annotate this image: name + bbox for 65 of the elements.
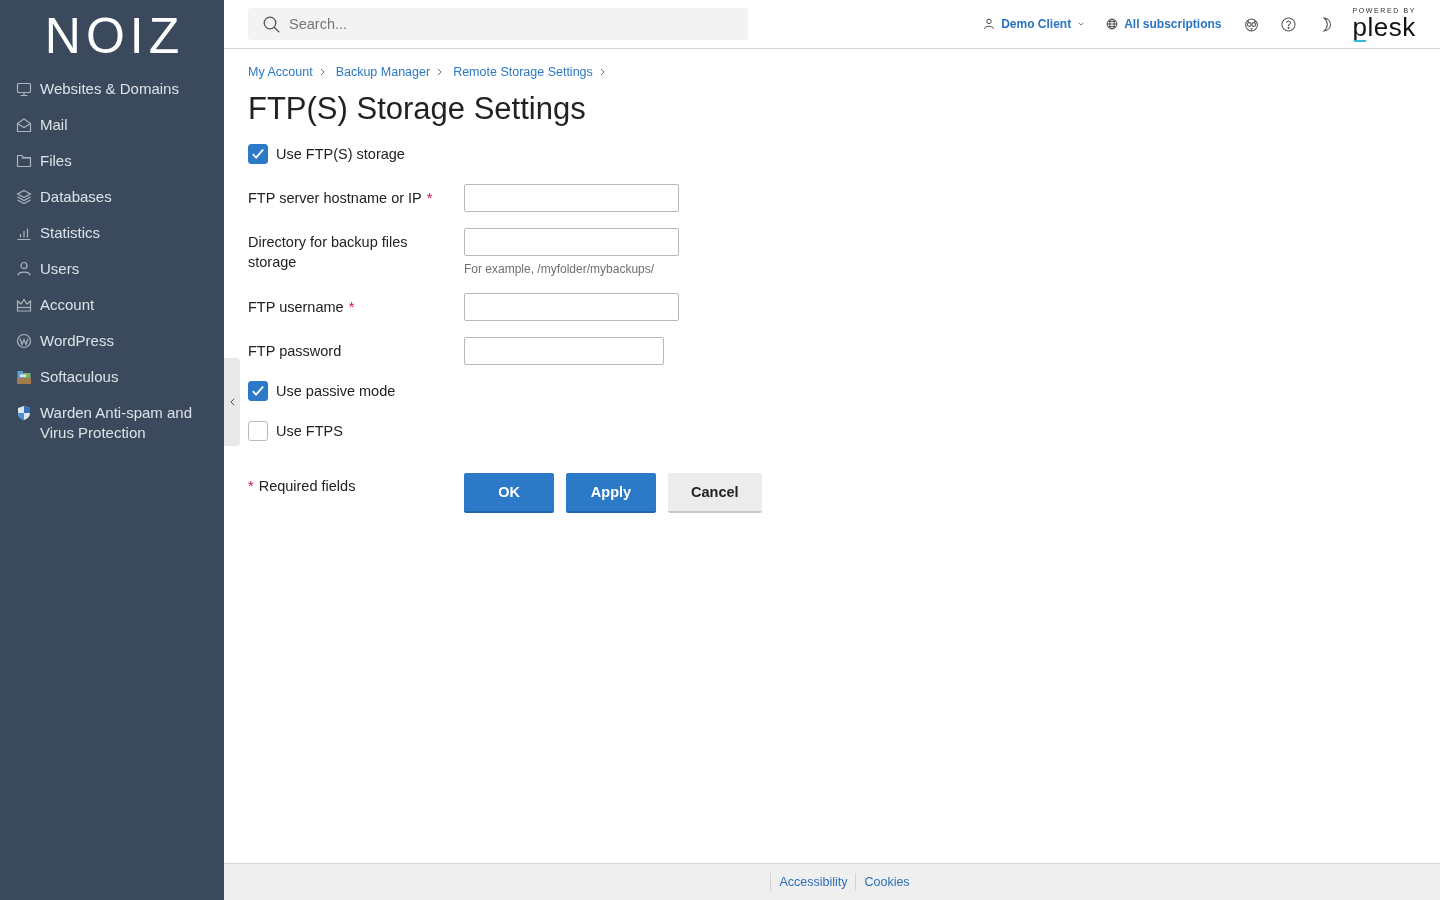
footer-link[interactable]: Cookies <box>864 875 910 889</box>
secondary-button[interactable]: Cancel <box>668 473 762 513</box>
text-input[interactable] <box>464 293 679 321</box>
sidebar-item[interactable]: Softaculous <box>0 359 224 395</box>
required-mark: * <box>348 299 355 315</box>
monitor-icon <box>16 81 32 97</box>
caret-down-icon <box>1078 22 1085 26</box>
breadcrumb-link[interactable]: Remote Storage Settings <box>453 64 593 80</box>
user-icon <box>983 18 996 30</box>
search-field[interactable]: Search... <box>248 8 748 40</box>
primary-button[interactable]: OK <box>464 473 554 513</box>
checkbox[interactable] <box>248 381 268 401</box>
folder-icon <box>16 153 32 169</box>
checkbox-label: Use FTPS <box>276 422 343 441</box>
sidebar-item[interactable]: Warden Anti-spam and Virus Protection <box>0 395 224 451</box>
sidebar-item[interactable]: Mail <box>0 107 224 143</box>
layers-icon <box>16 189 32 205</box>
help-icon[interactable] <box>1280 16 1296 32</box>
field-label: Directory for backup files storage <box>248 234 408 270</box>
sidebar-item[interactable]: Account <box>0 287 224 323</box>
sidebar-item[interactable]: Websites & Domains <box>0 71 224 107</box>
chevron-right-icon <box>319 68 325 76</box>
logo-wordmark: plesk <box>1352 14 1416 43</box>
globe-icon <box>1106 18 1119 30</box>
chevron-left-icon <box>229 398 235 406</box>
field-hint: For example, /myfolder/mybackups/ <box>464 261 656 277</box>
checkbox[interactable] <box>248 421 268 441</box>
field-label: FTP username <box>248 299 344 315</box>
sidebar-item[interactable]: Databases <box>0 179 224 215</box>
sidebar-item[interactable]: Statistics <box>0 215 224 251</box>
toolbox-icon <box>16 369 32 385</box>
field-label: FTP server hostname or IP <box>248 190 422 206</box>
checkbox[interactable] <box>248 144 268 164</box>
checkmark-icon <box>252 149 264 159</box>
logo: NOIZ <box>43 13 185 58</box>
required-note: Required fields <box>258 478 356 494</box>
chevron-right-icon <box>437 68 443 76</box>
breadcrumb-link[interactable]: Backup Manager <box>335 64 431 80</box>
subscriptions-link[interactable]: All subscriptions <box>1106 17 1222 31</box>
required-mark: * <box>248 478 254 494</box>
user-icon <box>16 261 32 277</box>
text-input[interactable] <box>464 228 679 256</box>
checkbox-label: Use FTP(S) storage <box>276 145 405 164</box>
primary-button[interactable]: Apply <box>566 473 656 513</box>
crown-icon <box>16 297 32 313</box>
envelope-icon <box>16 117 32 133</box>
user-menu-link[interactable]: Demo Client <box>983 17 1085 31</box>
checkbox-label: Use passive mode <box>276 382 396 401</box>
page-title: FTP(S) Storage Settings <box>248 90 587 128</box>
footer-link[interactable]: Accessibility <box>779 875 848 889</box>
shield-icon <box>16 405 32 421</box>
sidebar-item[interactable]: WordPress <box>0 323 224 359</box>
search-icon <box>263 16 280 33</box>
text-input[interactable] <box>464 184 679 212</box>
sidebar-item[interactable]: Users <box>0 251 224 287</box>
field-label: FTP password <box>248 343 342 359</box>
chevron-right-icon <box>599 68 605 76</box>
sidebar-item[interactable]: Files <box>0 143 224 179</box>
required-mark: * <box>426 190 433 206</box>
owl-icon[interactable] <box>1243 16 1259 32</box>
checkmark-icon <box>252 386 264 396</box>
breadcrumb-link[interactable]: My Account <box>248 64 313 80</box>
password-input[interactable] <box>464 337 664 365</box>
circle-logo-icon <box>16 333 32 349</box>
collapse-sidebar-button[interactable] <box>224 358 240 446</box>
